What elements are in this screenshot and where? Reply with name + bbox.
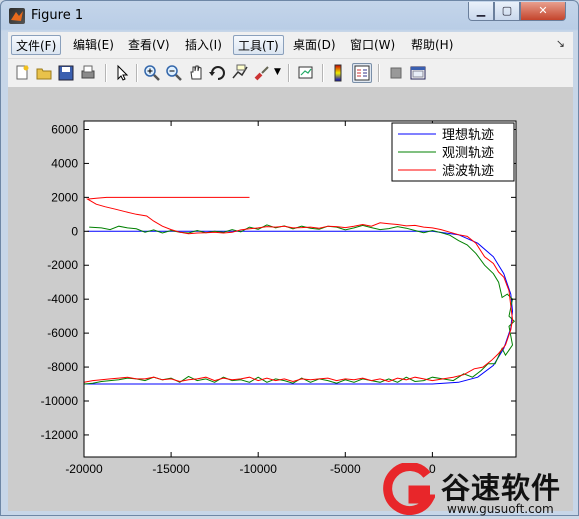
y-tick-label: 4000 <box>51 156 78 170</box>
menu-help[interactable]: 帮助(H) <box>407 35 457 55</box>
figure-canvas: -20000 -15000 -10000 -5000 0 6000 4000 2000 0 -20… <box>8 87 573 511</box>
legend-label: 滤波轨迹 <box>442 164 494 179</box>
open-file-icon[interactable] <box>34 63 54 83</box>
minimize-icon: ▁ <box>476 4 486 17</box>
y-tick-label: 6000 <box>51 122 78 136</box>
menu-file[interactable]: 文件(F) <box>11 35 62 55</box>
menu-tools[interactable]: 工具(T) <box>233 35 284 55</box>
menu-desktop[interactable]: 桌面(D) <box>289 35 340 55</box>
x-tick-label: -15000 <box>152 462 190 476</box>
pan-hand-icon[interactable] <box>186 63 206 83</box>
legend-label: 观测轨迹 <box>442 146 494 161</box>
x-tick-label: -5000 <box>330 462 361 476</box>
link-plot-icon[interactable] <box>296 63 316 83</box>
matlab-logo-icon <box>9 8 25 24</box>
show-plot-tools-icon[interactable] <box>408 63 428 83</box>
plot-svg: -20000 -15000 -10000 -5000 06000400020000-20… <box>41 120 517 476</box>
y-tick-label: -8000 <box>47 360 78 374</box>
minimize-button[interactable]: ▁ <box>468 2 494 21</box>
edit-plot-arrow-icon[interactable] <box>112 63 132 83</box>
x-tick-label: -10000 <box>240 462 278 476</box>
zoom-out-icon[interactable] <box>164 63 184 83</box>
menu-insert[interactable]: 插入(I) <box>181 35 226 55</box>
y-tick-label: 0 <box>71 224 78 238</box>
maximize-button[interactable]: ▢ <box>494 2 520 21</box>
dock-arrow-icon[interactable]: ↘ <box>556 37 565 50</box>
watermark-url: www.gusuoft.com <box>447 502 554 516</box>
hide-plot-tools-icon[interactable] <box>386 63 406 83</box>
y-tick-label: -2000 <box>47 258 78 272</box>
figure-window: Figure 1 ▁ ▢ ✕ 文件(F) 编辑(E) 查看(V) 插入(I) 工… <box>0 0 579 516</box>
menu-edit[interactable]: 编辑(E) <box>69 35 118 55</box>
close-icon: ✕ <box>538 4 548 17</box>
y-tick-label: -10000 <box>41 394 79 408</box>
y-tick-label: -6000 <box>47 326 78 340</box>
menu-bar: 文件(F) 编辑(E) 查看(V) 插入(I) 工具(T) 桌面(D) 窗口(W… <box>8 32 573 58</box>
zoom-in-icon[interactable] <box>142 63 162 83</box>
colorbar-icon[interactable] <box>328 63 348 83</box>
x-tick-label: -20000 <box>65 462 103 476</box>
y-tick-label: -12000 <box>41 428 79 442</box>
y-tick-label: -4000 <box>47 292 78 306</box>
brush-dropdown-icon[interactable]: ▼ <box>274 67 281 77</box>
maximize-icon: ▢ <box>501 4 513 17</box>
watermark-brand: 谷速软件 <box>441 471 562 505</box>
new-figure-icon[interactable] <box>12 63 32 83</box>
legend-label: 理想轨迹 <box>442 127 494 143</box>
save-icon[interactable] <box>56 63 76 83</box>
rotate-3d-icon[interactable] <box>208 63 228 83</box>
close-button[interactable]: ✕ <box>520 2 566 21</box>
title-bar[interactable]: Figure 1 ▁ ▢ ✕ <box>1 1 578 31</box>
window-title: Figure 1 <box>31 8 84 23</box>
menu-view[interactable]: 查看(V) <box>124 35 174 55</box>
menu-window[interactable]: 窗口(W) <box>346 35 399 55</box>
y-tick-label: 2000 <box>51 190 78 204</box>
figure-toolbar: ▼ <box>8 58 573 87</box>
brush-icon[interactable] <box>252 63 272 83</box>
data-cursor-icon[interactable] <box>230 63 250 83</box>
gusu-logo-icon <box>383 462 437 516</box>
print-icon[interactable] <box>78 63 98 83</box>
legend-icon[interactable] <box>352 63 372 83</box>
